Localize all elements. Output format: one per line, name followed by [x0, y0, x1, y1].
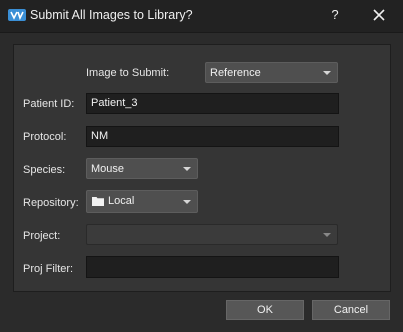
chevron-down-icon — [323, 233, 331, 237]
species-value: Mouse — [91, 163, 125, 175]
proj-filter-field[interactable] — [86, 256, 339, 278]
species-label: Species: — [23, 164, 66, 176]
repository-select[interactable]: Local — [86, 190, 198, 213]
chevron-down-icon — [183, 167, 191, 171]
close-icon[interactable] — [370, 6, 388, 24]
chevron-down-icon — [183, 200, 191, 204]
image-to-submit-value: Reference — [210, 67, 261, 79]
proj-filter-label: Proj Filter: — [23, 263, 74, 275]
species-select[interactable]: Mouse — [86, 158, 198, 179]
ok-button[interactable]: OK — [226, 300, 304, 320]
protocol-label: Protocol: — [23, 131, 67, 143]
repository-value: Local — [108, 195, 135, 207]
chevron-down-icon — [323, 71, 331, 75]
help-button[interactable]: ? — [326, 6, 344, 24]
patient-id-field[interactable]: Patient_3 — [86, 93, 339, 114]
repository-label: Repository: — [23, 197, 79, 209]
project-label: Project: — [23, 230, 61, 242]
image-to-submit-select[interactable]: Reference — [205, 62, 338, 83]
title-bar: Submit All Images to Library? ? — [0, 0, 403, 33]
project-select[interactable] — [86, 224, 338, 245]
cancel-button[interactable]: Cancel — [312, 300, 390, 320]
patient-id-label: Patient ID: — [23, 98, 75, 110]
window-title: Submit All Images to Library? — [30, 8, 193, 22]
folder-icon — [92, 197, 104, 206]
image-to-submit-label: Image to Submit: — [86, 67, 170, 79]
app-logo-icon — [8, 9, 26, 21]
protocol-field[interactable]: NM — [86, 126, 339, 147]
